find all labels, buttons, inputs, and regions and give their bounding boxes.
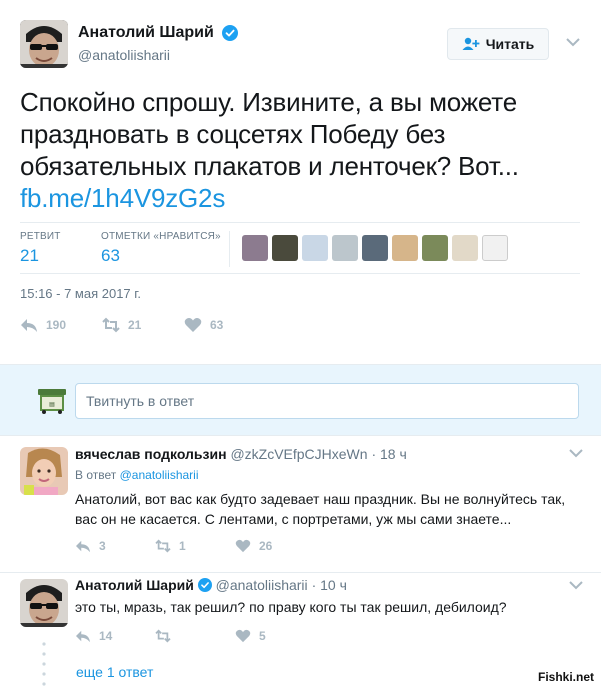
reply-icon <box>76 540 90 553</box>
avatar-photo-icon <box>20 447 68 495</box>
retweet-count: 21 <box>128 318 142 332</box>
liker-avatar[interactable] <box>362 235 388 261</box>
retweet-count: 1 <box>179 539 186 553</box>
reply-header: вячеслав подкользин @zkZcVEfpCJHxeWn · 1… <box>75 446 407 462</box>
author-avatar[interactable] <box>20 20 68 68</box>
author-block: Анатолий Шарий <box>78 24 239 42</box>
likes-stat-value: 63 <box>101 246 120 265</box>
reply-header: Анатолий Шарий @anatoliisharii · 10 ч <box>75 577 347 593</box>
like-action[interactable]: 63 <box>184 317 223 333</box>
retweet-icon <box>155 539 171 553</box>
svg-text:▤: ▤ <box>49 402 55 408</box>
reply-icon <box>76 630 90 643</box>
like-action[interactable]: 5 <box>235 629 315 643</box>
reply-author-name[interactable]: Анатолий Шарий <box>75 577 194 593</box>
liker-avatar[interactable] <box>332 235 358 261</box>
reply-avatar[interactable] <box>20 447 68 495</box>
retweet-action[interactable] <box>155 629 235 643</box>
follow-button[interactable]: Читать <box>447 28 549 60</box>
follow-button-label: Читать <box>485 36 535 52</box>
liker-avatar[interactable] <box>452 235 478 261</box>
chevron-down-icon[interactable] <box>569 449 583 458</box>
reply-time[interactable]: · 18 ч <box>371 446 406 462</box>
author-handle[interactable]: @anatoliisharii <box>78 47 170 63</box>
reply-input[interactable]: Твитнуть в ответ <box>75 383 579 419</box>
heart-icon <box>235 629 251 643</box>
reply-time[interactable]: · 10 ч <box>312 577 347 593</box>
likes-stat[interactable]: ОТМЕТКИ «НРАВИТСЯ» 63 <box>101 231 221 266</box>
in-reply-to: В ответ @anatoliisharii <box>75 468 199 482</box>
reply-count: 3 <box>99 539 106 553</box>
tweet-actions: 190 21 63 <box>20 316 223 334</box>
liker-avatar[interactable] <box>392 235 418 261</box>
reply-avatar[interactable] <box>20 579 68 627</box>
reply-text: Анатолий, вот вас как будто задевает наш… <box>75 491 566 527</box>
retweet-action[interactable]: 21 <box>102 317 184 333</box>
reply-author-name[interactable]: вячеслав подкользин <box>75 446 227 462</box>
main-tweet: Анатолий Шарий @anatoliisharii Читать Сп… <box>0 0 601 364</box>
reply-action[interactable]: 190 <box>20 317 102 333</box>
tweet-text: Спокойно спрошу. Извините, а вы можете п… <box>20 86 580 214</box>
chevron-down-icon[interactable] <box>569 581 583 590</box>
thread-dots <box>42 642 46 686</box>
avatar-photo-icon <box>20 579 68 627</box>
like-count: 5 <box>259 629 266 643</box>
avatar-photo-icon <box>20 20 68 68</box>
like-count: 26 <box>259 539 273 553</box>
reply-icon <box>21 319 37 332</box>
author-name[interactable]: Анатолий Шарий <box>78 24 214 42</box>
retweet-stat[interactable]: РЕТВИТ 21 <box>20 231 61 266</box>
tweet-timestamp[interactable]: 15:16 - 7 мая 2017 г. <box>20 286 141 301</box>
reply-composer: ▤ Твитнуть в ответ <box>0 364 601 436</box>
retweet-stat-value: 21 <box>20 246 39 265</box>
composer-avatar-icon: ▤ <box>38 389 66 414</box>
in-reply-prefix: В ответ <box>75 468 117 482</box>
reply-author-handle[interactable]: @anatoliisharii <box>216 577 308 593</box>
retweet-icon <box>155 629 171 643</box>
verified-badge-icon <box>222 25 239 41</box>
tweet-body: Спокойно спрошу. Извините, а вы можете п… <box>20 87 519 181</box>
tweet-stats: РЕТВИТ 21 ОТМЕТКИ «НРАВИТСЯ» 63 <box>20 222 580 274</box>
reply-item: вячеслав подкользин @zkZcVEfpCJHxeWn · 1… <box>0 437 601 573</box>
reply-actions: 14 5 <box>75 629 315 643</box>
retweet-stat-label: РЕТВИТ <box>20 231 61 242</box>
follow-user-icon <box>462 37 480 50</box>
retweet-icon <box>102 317 120 333</box>
reply-actions: 3 1 26 <box>75 539 315 553</box>
liker-avatar[interactable] <box>422 235 448 261</box>
liker-avatar[interactable] <box>302 235 328 261</box>
reply-count: 14 <box>99 629 113 643</box>
like-count: 63 <box>210 318 224 332</box>
heart-icon <box>235 539 251 553</box>
like-action[interactable]: 26 <box>235 539 315 553</box>
likers-avatars <box>242 235 508 261</box>
stats-divider <box>229 231 230 267</box>
reply-author-handle[interactable]: @zkZcVEfpCJHxeWn <box>230 446 367 462</box>
more-replies-link[interactable]: еще 1 ответ <box>76 664 153 680</box>
in-reply-handle[interactable]: @anatoliisharii <box>120 468 199 482</box>
reply-action[interactable]: 14 <box>75 629 155 643</box>
reply-count: 190 <box>46 318 67 332</box>
verified-badge-icon <box>197 578 212 592</box>
retweet-action[interactable]: 1 <box>155 539 235 553</box>
watermark: Fishki.net <box>538 670 595 684</box>
heart-icon <box>184 318 202 332</box>
chevron-down-icon[interactable] <box>566 38 580 47</box>
likes-stat-label: ОТМЕТКИ «НРАВИТСЯ» <box>101 231 221 242</box>
liker-avatar[interactable] <box>272 235 298 261</box>
reply-text: это ты, мразь, так решил? по праву кого … <box>75 599 507 615</box>
liker-avatar[interactable] <box>482 235 508 261</box>
liker-avatar[interactable] <box>242 235 268 261</box>
reply-action[interactable]: 3 <box>75 539 155 553</box>
tweet-link[interactable]: fb.me/1h4V9zG2s <box>20 183 225 213</box>
